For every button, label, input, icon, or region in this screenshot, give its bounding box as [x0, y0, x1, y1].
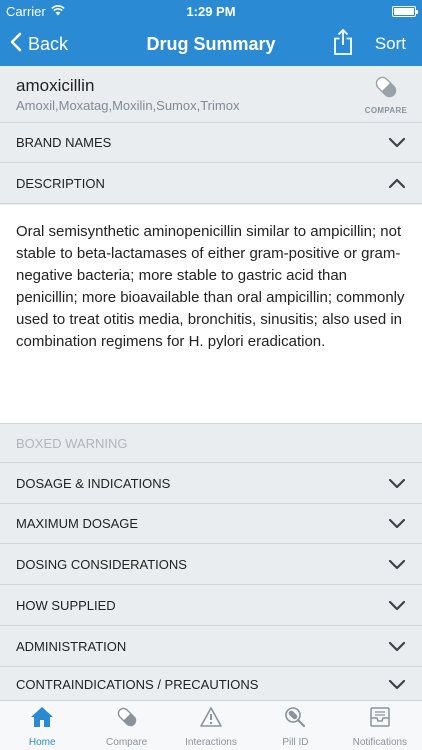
section-contraindications[interactable]: CONTRAINDICATIONS / PRECAUTIONS [0, 667, 422, 701]
section-label: HOW SUPPLIED [16, 598, 116, 613]
chevron-down-icon [388, 679, 406, 690]
chevron-down-icon [388, 478, 406, 489]
description-text: Oral semisynthetic aminopenicillin simil… [0, 205, 422, 423]
tab-label: Compare [106, 737, 148, 748]
section-label: MAXIMUM DOSAGE [16, 516, 139, 531]
tab-interactions[interactable]: Interactions [169, 701, 253, 750]
wifi-icon [51, 4, 65, 19]
sort-button[interactable]: Sort [375, 34, 406, 54]
section-label: DESCRIPTION [16, 176, 105, 191]
page-title: Drug Summary [146, 33, 276, 54]
chevron-down-icon [388, 518, 406, 529]
section-dosage-indications[interactable]: DOSAGE & INDICATIONS [0, 464, 422, 504]
section-boxed-warning: BOXED WARNING [0, 423, 422, 463]
section-dosing-considerations[interactable]: DOSING CONSIDERATIONS [0, 545, 422, 585]
clock: 1:29 PM [186, 3, 236, 19]
tab-compare[interactable]: Compare [84, 701, 168, 750]
section-maximum-dosage[interactable]: MAXIMUM DOSAGE [0, 504, 422, 544]
chevron-up-icon [388, 178, 406, 189]
drug-name: amoxicillin [16, 76, 95, 95]
status-bar: Carrier 1:29 PM [0, 0, 422, 22]
warning-icon [199, 706, 223, 733]
home-icon [30, 706, 54, 733]
section-label: DOSING CONSIDERATIONS [16, 557, 187, 572]
pill-icon [115, 706, 139, 733]
tab-notifications[interactable]: Notifications [338, 701, 422, 750]
section-label: CONTRAINDICATIONS / PRECAUTIONS [16, 676, 259, 692]
tab-home[interactable]: Home [0, 701, 84, 750]
back-label: Back [28, 33, 69, 54]
section-label: DOSAGE & INDICATIONS [16, 476, 171, 491]
section-label: BOXED WARNING [16, 435, 128, 451]
compare-label: COMPARE [364, 106, 408, 115]
chevron-left-icon [10, 32, 22, 57]
chevron-down-icon [388, 137, 406, 148]
chevron-down-icon [388, 600, 406, 611]
drug-brand-list: Amoxil,Moxatag,Moxilin,Sumox,Trimox [16, 98, 240, 113]
section-brand-names[interactable]: BRAND NAMES [0, 123, 422, 163]
section-label: BRAND NAMES [16, 135, 112, 150]
section-description[interactable]: DESCRIPTION [0, 164, 422, 204]
drug-header: amoxicillin Amoxil,Moxatag,Moxilin,Sumox… [0, 66, 422, 123]
chevron-down-icon [388, 641, 406, 652]
tab-pill-id[interactable]: Pill ID [253, 701, 337, 750]
tab-bar: Home Compare Interactions Pill ID Notifi… [0, 700, 422, 750]
tab-label: Home [28, 737, 56, 748]
chevron-down-icon [388, 559, 406, 570]
section-label: ADMINISTRATION [16, 639, 127, 654]
tab-label: Pill ID [282, 737, 309, 748]
section-how-supplied[interactable]: HOW SUPPLIED [0, 586, 422, 626]
navigation-bar: Back Drug Summary Sort [0, 22, 422, 66]
notifications-icon [368, 706, 392, 733]
compare-button[interactable]: COMPARE [364, 74, 408, 115]
share-icon[interactable] [333, 28, 353, 60]
pill-compare-icon [373, 76, 399, 104]
section-administration[interactable]: ADMINISTRATION [0, 627, 422, 667]
tab-label: Interactions [185, 737, 237, 748]
battery-icon [392, 5, 418, 17]
tab-label: Notifications [352, 737, 408, 748]
pill-magnifier-icon [283, 706, 307, 733]
back-button[interactable]: Back [0, 32, 120, 57]
carrier-label: Carrier [6, 3, 46, 19]
